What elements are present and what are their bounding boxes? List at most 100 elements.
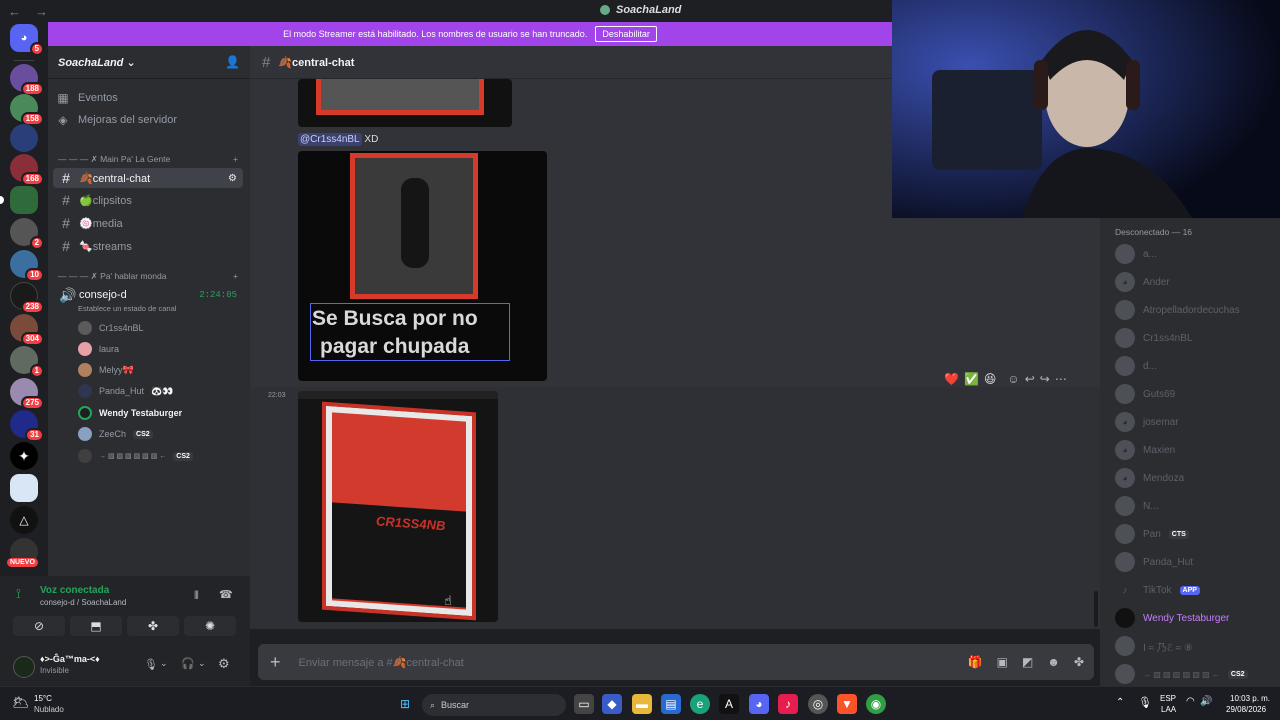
member-item[interactable]: a... (1115, 244, 1157, 264)
server-icon-6[interactable]: 2 (10, 218, 44, 250)
more-icon[interactable]: ⋯ (1055, 372, 1067, 386)
channel-central-chat[interactable]: # 🍂central-chat ⚙ (53, 168, 243, 188)
channel-media[interactable]: # 🍥media (53, 213, 243, 233)
volume-icon[interactable]: 🔊 (1200, 696, 1212, 707)
emoji-icon[interactable]: ☻ (1047, 655, 1060, 669)
member-item[interactable]: ◕ Mendoza (1115, 468, 1184, 488)
category-main[interactable]: — — — ✗ Main Pa' La Gente + (58, 154, 238, 165)
add-member-icon[interactable]: 👤 (225, 55, 240, 69)
member-item[interactable]: Pan CTS (1115, 524, 1189, 544)
voice-user[interactable]: laura (78, 340, 119, 358)
headphones-icon[interactable]: 🎧 (181, 657, 195, 670)
search-box[interactable]: ⌕ Buscar (422, 694, 566, 716)
app-icon[interactable]: A (719, 694, 739, 714)
sticker-icon[interactable]: ◩ (1022, 655, 1033, 669)
activities-button[interactable]: ✤ (127, 616, 179, 636)
mic-tray-icon[interactable]: 🎙 (1138, 696, 1152, 709)
edge-icon[interactable]: e (690, 694, 710, 714)
steam-icon[interactable]: ◎ (808, 694, 828, 714)
category-hablar[interactable]: — — — ✗ Pa' hablar monda + (58, 271, 238, 282)
tray-chevron-icon[interactable]: ⌃ (1116, 697, 1124, 708)
server-icon-8[interactable]: 238 (10, 282, 44, 314)
server-icon-2[interactable]: 158 (10, 94, 44, 126)
server-icon-11[interactable]: 275 (10, 378, 44, 410)
wifi-icon[interactable]: ◠ (1186, 696, 1195, 707)
reply-icon[interactable]: ↩ (1025, 372, 1035, 386)
voice-location[interactable]: consejo-d / SoachaLand (40, 598, 126, 607)
member-item-online[interactable]: Wendy Testaburger (1115, 608, 1229, 628)
add-channel-icon[interactable]: + (233, 271, 238, 282)
weather-icon[interactable]: 🌥 (12, 694, 30, 711)
server-icon-15[interactable]: △ (10, 506, 38, 534)
server-icon-3[interactable] (10, 124, 38, 152)
message-timestamp[interactable]: 22:03 (268, 392, 286, 399)
member-item[interactable]: ◕ Ander (1115, 272, 1170, 292)
apps-icon[interactable]: ✤ (1074, 655, 1084, 669)
channel-clipsitos[interactable]: # 🍏clipsitos (53, 190, 243, 210)
events-item[interactable]: ▦ Eventos (56, 88, 117, 108)
brave-icon[interactable]: ▼ (837, 694, 857, 714)
disable-streamer-button[interactable]: Deshabilitar (595, 26, 657, 42)
settings-icon[interactable]: ⚙ (228, 173, 237, 184)
reaction-laugh[interactable]: 😆 (984, 372, 997, 386)
message-image[interactable] (298, 79, 512, 127)
task-view-icon[interactable]: ▭ (574, 694, 594, 714)
explorer-icon[interactable]: ▬ (632, 694, 652, 714)
server-icon-4[interactable]: 168 (10, 154, 44, 186)
voice-channel-consejo[interactable]: 🔊 consejo-d 2:24:05 (53, 285, 243, 305)
member-item[interactable]: Panda_Hut (1115, 552, 1193, 572)
start-icon[interactable]: ⊞ (395, 694, 415, 714)
screen-share-button[interactable]: ⬒ (70, 616, 122, 636)
voice-user[interactable]: ZeeCh CS2 (78, 425, 153, 443)
tiktok-taskbar-icon[interactable]: ♪ (778, 694, 798, 714)
voice-user[interactable]: Panda_Hut 🐼👀 (78, 382, 173, 400)
server-icon-5[interactable] (0, 186, 38, 214)
weather-desc[interactable]: Nublado (34, 705, 64, 714)
user-mention[interactable]: @Cr1ss4nBL (298, 133, 362, 146)
add-attachment-icon[interactable]: + (270, 652, 281, 673)
message-image[interactable]: CR1SS4NB (298, 391, 498, 622)
server-header[interactable]: SoachaLand ⌄ 👤 (48, 46, 250, 79)
voice-user[interactable]: Melyy🎀 (78, 361, 134, 379)
voice-user[interactable]: Cr1ss4nBL (78, 319, 144, 337)
server-icon-12[interactable]: 31 (10, 410, 44, 442)
disconnect-icon[interactable]: ☎ (219, 588, 233, 601)
voice-connected-label[interactable]: Voz conectada (40, 585, 109, 596)
member-item[interactable]: Cr1ss4nBL (1115, 328, 1192, 348)
add-reaction-icon[interactable]: ☺ (1007, 372, 1019, 386)
server-icon-1[interactable]: 188 (10, 64, 44, 96)
member-item[interactable]: → ▧ ▧ ▧ ▧ ▧ ▧ ← CS2 (1115, 664, 1248, 684)
copilot-icon[interactable]: ◆ (602, 694, 622, 714)
chevron-down-icon[interactable]: ⌄ (160, 658, 168, 669)
gift-icon[interactable]: 🎁 (968, 655, 983, 669)
voice-user[interactable]: → ▧ ▧ ▧ ▧ ▧ ▧ ← CS2 (78, 447, 193, 465)
server-icon-7[interactable]: 10 (10, 250, 44, 282)
clock-time[interactable]: 10:03 p. m. (1230, 694, 1270, 703)
discord-home-button[interactable]: ◕ 5 (10, 24, 44, 56)
reaction-heart[interactable]: ❤️ (944, 372, 959, 386)
member-item[interactable]: Guts69 (1115, 384, 1175, 404)
channel-status[interactable]: Establece un estado de canal (78, 304, 176, 313)
chevron-down-icon[interactable]: ⌄ (198, 658, 206, 669)
server-icon-14[interactable] (10, 474, 38, 502)
channel-streams[interactable]: # 🍬streams (53, 236, 243, 256)
lang-indicator[interactable]: ESP (1160, 694, 1176, 703)
server-icon-10[interactable]: 1 (10, 346, 44, 378)
store-icon[interactable]: ▤ (661, 694, 681, 714)
server-icon-9[interactable]: 304 (10, 314, 44, 346)
member-item[interactable]: ◕ Maxien (1115, 440, 1175, 460)
add-channel-icon[interactable]: + (233, 154, 238, 165)
member-item[interactable]: d... (1115, 356, 1157, 376)
message-input[interactable]: + Enviar mensaje a #🍂central-chat 🎁 ▣ ◩ … (258, 644, 1094, 680)
noise-suppression-icon[interactable]: ⦀ (194, 590, 199, 603)
soundboard-button[interactable]: ✺ (184, 616, 236, 636)
chrome-icon[interactable]: ◉ (866, 694, 886, 714)
message-image[interactable]: Se Busca por no pagar chupada (298, 151, 547, 381)
reaction-check[interactable]: ✅ (964, 372, 979, 386)
clock-date[interactable]: 29/08/2026 (1226, 705, 1266, 714)
member-item[interactable]: I ≈ 乃ℰ ≈ ⑧ (1115, 636, 1193, 656)
member-item[interactable]: ♪ TikTok APP (1115, 580, 1200, 600)
camera-toggle-button[interactable]: ⊘ (13, 616, 65, 636)
member-item[interactable]: N... (1115, 496, 1159, 516)
user-avatar[interactable] (13, 656, 35, 678)
